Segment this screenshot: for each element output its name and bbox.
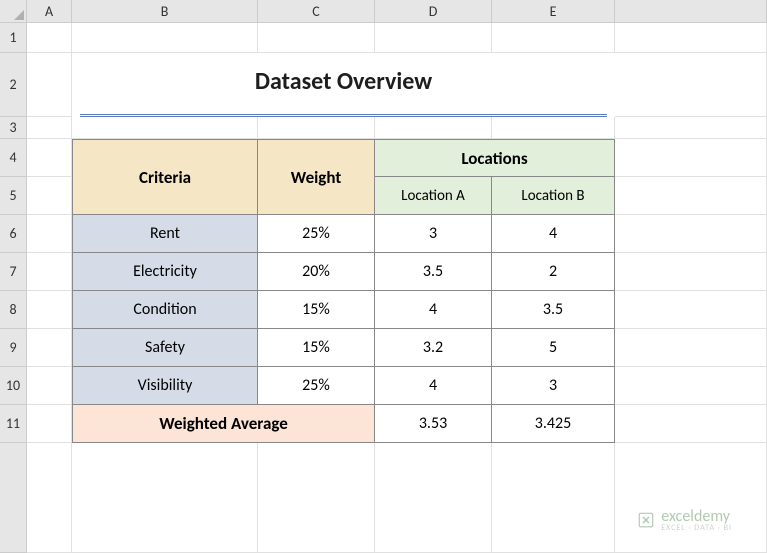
criteria-rent[interactable]: Rent — [72, 215, 258, 253]
cell-c1[interactable] — [258, 23, 375, 53]
loc-b-electricity[interactable]: 2 — [492, 253, 615, 291]
cell-a11[interactable] — [27, 405, 72, 443]
cell-e1[interactable] — [492, 23, 615, 53]
cell-extra-extra[interactable] — [615, 443, 767, 553]
criteria-safety[interactable]: Safety — [72, 329, 258, 367]
cell-extra-5[interactable] — [615, 177, 767, 215]
cell-extra-3[interactable] — [615, 117, 767, 139]
loc-b-rent[interactable]: 4 — [492, 215, 615, 253]
weight-visibility[interactable]: 25% — [258, 367, 375, 405]
cell-d1[interactable] — [375, 23, 492, 53]
header-location-b[interactable]: Location B — [492, 177, 615, 215]
row-header-11[interactable]: 11 — [0, 405, 27, 443]
row-header-8[interactable]: 8 — [0, 291, 27, 329]
cell-e-extra[interactable] — [492, 443, 615, 553]
cell-b1[interactable] — [72, 23, 258, 53]
loc-a-rent[interactable]: 3 — [375, 215, 492, 253]
cell-a-extra[interactable] — [27, 443, 72, 553]
cell-a5[interactable] — [27, 177, 72, 215]
cell-extra-8[interactable] — [615, 291, 767, 329]
loc-b-condition[interactable]: 3.5 — [492, 291, 615, 329]
cell-extra-10[interactable] — [615, 367, 767, 405]
col-header-c[interactable]: C — [258, 0, 375, 23]
col-header-e[interactable]: E — [492, 0, 615, 23]
loc-a-safety[interactable]: 3.2 — [375, 329, 492, 367]
weight-safety[interactable]: 15% — [258, 329, 375, 367]
weighted-average-label[interactable]: Weighted Average — [72, 405, 375, 443]
cell-a7[interactable] — [27, 253, 72, 291]
cell-e3[interactable] — [492, 117, 615, 139]
row-header-6[interactable]: 6 — [0, 215, 27, 253]
cell-d3[interactable] — [375, 117, 492, 139]
select-all-corner[interactable] — [0, 0, 27, 23]
weight-rent[interactable]: 25% — [258, 215, 375, 253]
cell-extra-1[interactable] — [615, 23, 767, 53]
weight-electricity[interactable]: 20% — [258, 253, 375, 291]
cell-a8[interactable] — [27, 291, 72, 329]
weighted-average-loc-b[interactable]: 3.425 — [492, 405, 615, 443]
page-title[interactable]: Dataset Overview — [80, 53, 607, 117]
weighted-average-loc-a[interactable]: 3.53 — [375, 405, 492, 443]
excel-icon — [637, 511, 655, 529]
criteria-condition[interactable]: Condition — [72, 291, 258, 329]
header-locations[interactable]: Locations — [375, 139, 615, 177]
row-header-10[interactable]: 10 — [0, 367, 27, 405]
loc-a-electricity[interactable]: 3.5 — [375, 253, 492, 291]
watermark-sub: EXCEL · DATA · BI — [661, 523, 732, 533]
header-criteria[interactable]: Criteria — [72, 139, 258, 215]
row-header-9[interactable]: 9 — [0, 329, 27, 367]
cell-extra-4[interactable] — [615, 139, 767, 177]
row-header-2[interactable]: 2 — [0, 53, 27, 117]
row-header-5[interactable]: 5 — [0, 177, 27, 215]
cell-c-extra[interactable] — [258, 443, 375, 553]
cell-b-extra[interactable] — [72, 443, 258, 553]
cell-c3[interactable] — [258, 117, 375, 139]
cell-extra-2[interactable] — [615, 53, 767, 117]
header-location-a[interactable]: Location A — [375, 177, 492, 215]
cell-a1[interactable] — [27, 23, 72, 53]
col-header-b[interactable]: B — [72, 0, 258, 23]
row-header-3[interactable]: 3 — [0, 117, 27, 139]
cell-extra-6[interactable] — [615, 215, 767, 253]
loc-a-condition[interactable]: 4 — [375, 291, 492, 329]
cell-extra-11[interactable] — [615, 405, 767, 443]
row-header-extra[interactable] — [0, 443, 27, 553]
header-weight[interactable]: Weight — [258, 139, 375, 215]
loc-b-safety[interactable]: 5 — [492, 329, 615, 367]
cell-a9[interactable] — [27, 329, 72, 367]
cell-extra-7[interactable] — [615, 253, 767, 291]
row-header-4[interactable]: 4 — [0, 139, 27, 177]
criteria-electricity[interactable]: Electricity — [72, 253, 258, 291]
cell-extra-9[interactable] — [615, 329, 767, 367]
cell-a2[interactable] — [27, 53, 72, 117]
cell-a10[interactable] — [27, 367, 72, 405]
row-header-7[interactable]: 7 — [0, 253, 27, 291]
criteria-visibility[interactable]: Visibility — [72, 367, 258, 405]
watermark: exceldemy EXCEL · DATA · BI — [637, 507, 732, 533]
col-header-a[interactable]: A — [27, 0, 72, 23]
cell-d-extra[interactable] — [375, 443, 492, 553]
cell-a4[interactable] — [27, 139, 72, 177]
col-header-extra[interactable] — [615, 0, 767, 23]
spreadsheet-grid: A B C D E 1 2 Dataset Overview 3 4 Crite… — [0, 0, 767, 553]
loc-a-visibility[interactable]: 4 — [375, 367, 492, 405]
cell-b3[interactable] — [72, 117, 258, 139]
loc-b-visibility[interactable]: 3 — [492, 367, 615, 405]
col-header-d[interactable]: D — [375, 0, 492, 23]
cell-a6[interactable] — [27, 215, 72, 253]
row-header-1[interactable]: 1 — [0, 23, 27, 53]
cell-a3[interactable] — [27, 117, 72, 139]
weight-condition[interactable]: 15% — [258, 291, 375, 329]
